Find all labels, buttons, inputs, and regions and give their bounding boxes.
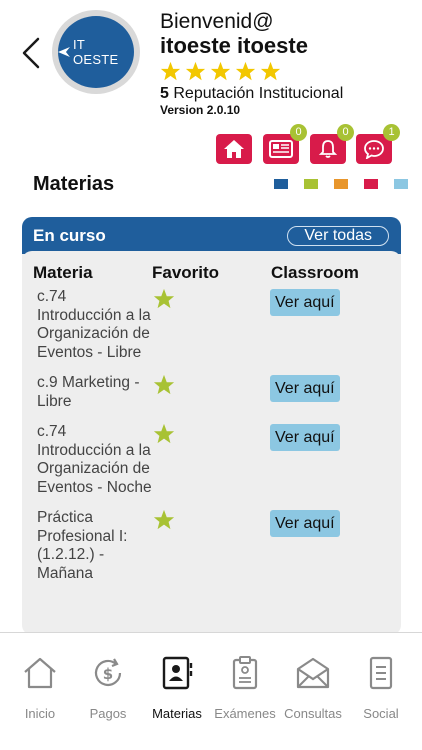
swatch-blue [274, 179, 288, 189]
tab-materias[interactable]: Materias [142, 633, 212, 750]
news-button[interactable]: 0 [263, 124, 307, 164]
section-title: Materias [33, 173, 115, 195]
envelope-icon [296, 657, 330, 689]
table-row: Práctica Profesional I: (1.2.12.) - Maña… [22, 509, 401, 583]
course-name: Práctica Profesional I: (1.2.12.) - Maña… [37, 509, 128, 582]
svg-text:$: $ [103, 665, 113, 683]
course-name: c.74 Introducción a la Organización de E… [37, 423, 152, 496]
star-icon [235, 61, 256, 81]
logo-text: IT OESTE [72, 37, 119, 67]
reputation-label: Reputación Institucional [173, 85, 344, 102]
news-icon [269, 140, 293, 158]
bell-icon [318, 140, 338, 158]
table-row: c.9 Marketing - Libre Ver aquí [22, 374, 401, 411]
app-version: Version 2.0.10 [160, 103, 241, 117]
table-row: c.74 Introducción a la Organización de E… [22, 288, 401, 362]
tab-examenes[interactable]: Exámenes [210, 633, 280, 750]
document-icon [369, 656, 393, 690]
courses-card: En curso Ver todas Materia Favorito Clas… [22, 217, 401, 635]
home-outline-icon [24, 657, 56, 689]
star-icon [185, 61, 206, 81]
color-legend [274, 179, 408, 189]
home-button[interactable] [216, 134, 252, 164]
clipboard-icon [232, 656, 258, 690]
favorite-star-icon[interactable] [153, 288, 175, 310]
username: itoeste itoeste [160, 33, 308, 58]
reputation-value: 5 [160, 85, 169, 102]
favorite-star-icon[interactable] [153, 423, 175, 445]
column-favorito: Favorito [152, 263, 220, 282]
classroom-link-button[interactable]: Ver aquí [270, 424, 340, 451]
swatch-red [364, 179, 378, 189]
contacts-book-icon [162, 656, 193, 690]
payments-icon: $ [94, 658, 122, 686]
back-chevron-icon[interactable] [20, 36, 42, 70]
chat-button[interactable]: 1 [356, 124, 400, 164]
bottom-tab-bar: Inicio $ Pagos Materias Exámenes Consult… [0, 632, 422, 750]
see-all-button[interactable]: Ver todas [287, 225, 389, 246]
institution-logo: IT OESTE [52, 10, 140, 94]
tab-social[interactable]: Social [346, 633, 416, 750]
star-icon [260, 61, 281, 81]
table-header: Materia Favorito Classroom [22, 251, 401, 288]
column-classroom: Classroom [271, 263, 359, 282]
column-materia: Materia [33, 263, 93, 282]
star-icon [210, 61, 231, 81]
classroom-link-button[interactable]: Ver aquí [270, 375, 340, 402]
card-header: En curso Ver todas [22, 217, 401, 254]
greeting-text: Bienvenid@ [160, 10, 274, 33]
rating-stars [160, 61, 281, 82]
classroom-link-button[interactable]: Ver aquí [270, 510, 340, 537]
news-badge: 0 [290, 124, 307, 141]
card-body: Materia Favorito Classroom c.74 Introduc… [22, 251, 401, 583]
swatch-green [304, 179, 318, 189]
home-icon [224, 140, 244, 158]
favorite-star-icon[interactable] [153, 509, 175, 531]
tab-label: Social [363, 706, 399, 721]
classroom-link-button[interactable]: Ver aquí [270, 289, 340, 316]
tab-inicio[interactable]: Inicio [5, 633, 75, 750]
chat-icon [364, 140, 384, 159]
favorite-star-icon[interactable] [153, 374, 175, 396]
notifications-badge: 0 [337, 124, 354, 141]
star-icon [160, 61, 181, 81]
notifications-button[interactable]: 0 [310, 124, 354, 164]
tab-consultas[interactable]: Consultas [278, 633, 348, 750]
tab-pagos[interactable]: $ Pagos [73, 633, 143, 750]
logo-arrow-icon [58, 47, 70, 57]
swatch-lightblue [394, 179, 408, 189]
chat-badge: 1 [383, 124, 400, 141]
course-name: c.74 Introducción a la Organización de E… [37, 288, 151, 361]
table-row: c.74 Introducción a la Organización de E… [22, 423, 401, 497]
card-title: En curso [33, 225, 106, 245]
reputation: 5 Reputación Institucional [160, 85, 343, 103]
course-name: c.9 Marketing - Libre [37, 374, 140, 410]
swatch-orange [334, 179, 348, 189]
